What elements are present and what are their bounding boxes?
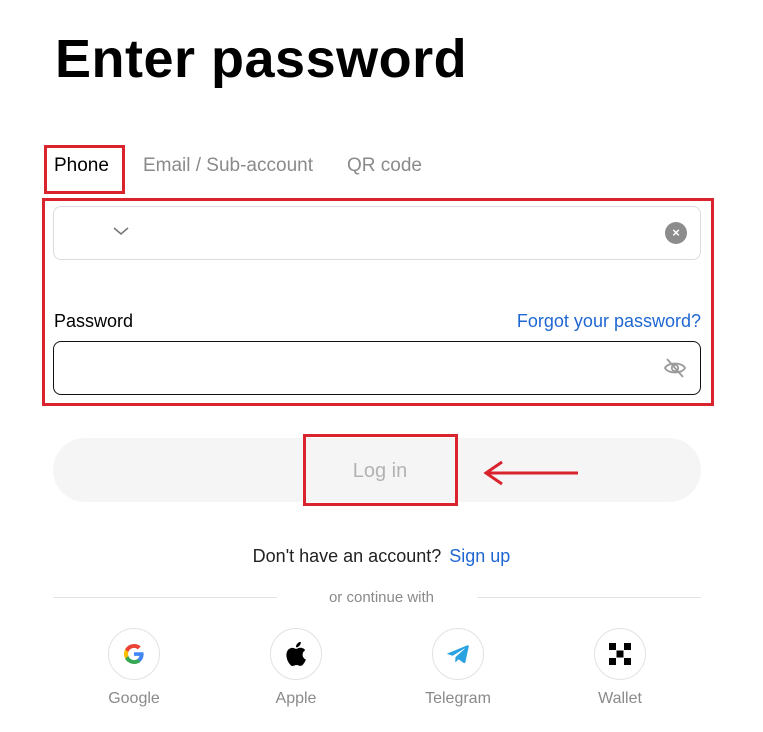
tab-phone[interactable]: Phone [54,155,109,177]
social-label: Telegram [425,690,491,707]
eye-off-icon[interactable] [663,357,687,379]
social-label: Google [108,690,160,707]
arrow-left-icon [483,460,578,486]
social-wallet-button[interactable]: Wallet [565,628,675,708]
apple-icon [270,628,322,680]
password-input[interactable] [53,341,701,395]
signup-row: Don't have an account? Sign up [0,546,763,567]
social-label: Apple [275,690,317,707]
google-icon [108,628,160,680]
login-button-label: Log in [352,460,408,482]
login-method-tabs: Phone Email / Sub-account QR code [54,155,422,177]
chevron-down-icon[interactable] [112,224,130,238]
forgot-password-link[interactable]: Forgot your password? [517,311,701,332]
page-title: Enter password [55,29,468,89]
social-label: Wallet [598,690,642,707]
login-page: Enter password Phone Email / Sub-account… [0,0,763,732]
social-google-button[interactable]: Google [79,628,189,708]
social-telegram-button[interactable]: Telegram [403,628,513,708]
password-label: Password [54,311,134,331]
social-apple-button[interactable]: Apple [241,628,351,708]
tab-qr-code[interactable]: QR code [347,155,422,177]
clear-icon[interactable]: × [665,222,687,244]
telegram-icon [432,628,484,680]
divider-text: or continue with [328,589,435,606]
wallet-icon [594,628,646,680]
signup-link[interactable]: Sign up [449,546,510,566]
tab-email-sub-account[interactable]: Email / Sub-account [143,155,313,177]
signup-prompt: Don't have an account? [252,546,442,566]
phone-input[interactable] [53,206,701,260]
